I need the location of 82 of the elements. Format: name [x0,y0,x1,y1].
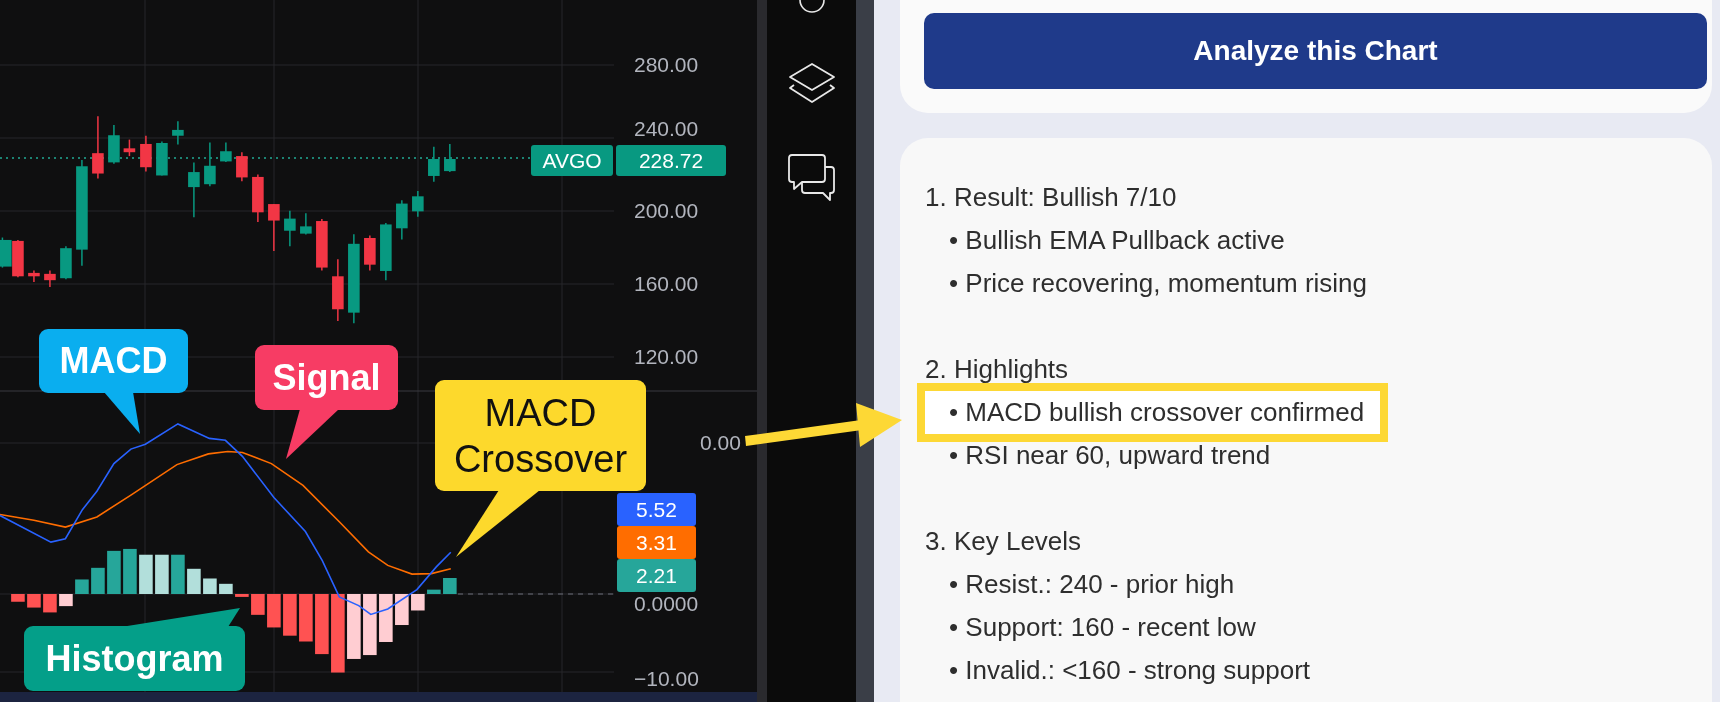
candle [284,210,296,247]
candle [140,134,152,173]
value-tag: 2.21 [617,559,696,592]
candle [412,190,424,218]
axis-label: 280.00 [634,53,699,76]
candle [204,141,216,187]
candle [156,140,168,177]
callout-pointer [104,392,140,434]
layers-icon[interactable] [787,62,836,104]
candle [220,141,232,163]
histogram-bar [427,589,441,594]
axis-label: 160.00 [634,272,699,295]
histogram-bar [235,594,249,597]
candle [172,120,184,146]
histogram-bar [267,594,281,628]
histogram-bar [395,594,409,625]
histogram-bar [203,578,217,594]
bullet-text: • RSI near 60, upward trend [948,439,1271,472]
histogram-bar [43,594,57,613]
candle [12,239,24,278]
histogram-bar [171,554,185,594]
candle [396,199,408,241]
bullet-text: • Bullish EMA Pullback active [948,224,1285,257]
value-tag: 3.31 [617,526,696,559]
candle [428,146,440,183]
histogram-bar [107,550,121,594]
value-tag: 5.52 [617,493,696,526]
histogram-bar [27,594,41,608]
histogram-bar [187,568,201,594]
histogram-bar [411,594,425,611]
axis-label: 0.0000 [634,592,699,615]
candle [28,269,40,283]
histogram-bar [443,578,457,594]
histogram-bar [379,594,393,642]
candle [108,124,120,165]
chat-icon[interactable] [787,153,836,203]
histogram-bar [347,594,361,659]
candle [123,138,136,157]
section-heading: 2. Highlights [925,353,1070,386]
candle [44,269,56,288]
candle [0,236,12,269]
analyze-button[interactable]: Analyze this Chart [924,13,1707,89]
histogram-bar [139,554,153,594]
axis-label: −10.00 [634,667,699,690]
histogram-bar [11,594,25,602]
callout-pointer [286,409,339,459]
histogram-bar [123,548,137,594]
histogram-bar [363,594,377,656]
axis-label: 120.00 [634,345,699,368]
histogram-bar [91,567,105,594]
candle [268,203,280,252]
axis-label: 240.00 [634,117,699,140]
histogram-bar [299,594,313,642]
candle [380,222,392,281]
candle [60,245,72,280]
histogram-bar [75,579,89,594]
bullet-text: • Resist.: 240 - prior high [948,568,1235,601]
candle [188,161,200,218]
bullet-text: • Support: 160 - recent low [948,611,1256,644]
candle [332,258,344,322]
axis-label: 200.00 [634,199,699,222]
candle [236,151,248,183]
candle [252,173,264,223]
price-tag: 228.72 [616,145,726,176]
section-heading: 1. Result: Bullish 7/10 [925,181,1178,214]
bullet-text: • Price recovering, momentum rising [948,267,1368,300]
symbol-tag: AVGO [531,145,613,176]
candle [444,143,456,173]
histogram-bar [315,594,329,655]
histogram-bar [283,594,297,636]
candle [92,115,104,180]
section-heading: 3. Key Levels [925,525,1083,558]
histogram-bar [155,554,169,594]
histogram-bar [219,583,233,594]
histogram-bar [251,594,265,615]
candle [364,234,376,272]
bullet-text: • Invalid.: <160 - strong support [948,654,1311,687]
axis-label: 0.00 [700,431,741,454]
candle [316,218,328,272]
histogram-bar [59,594,73,607]
candle [300,212,312,236]
highlighted-bullet: • MACD bullish crossover confirmed [917,383,1389,442]
